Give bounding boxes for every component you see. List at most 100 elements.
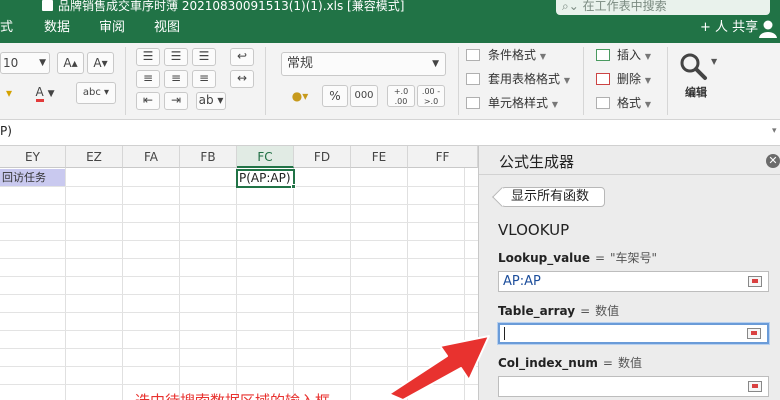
formula-bar[interactable]: P) ▾ xyxy=(0,120,780,146)
phonetic-button[interactable]: abc ▾ xyxy=(76,82,116,104)
edit-button[interactable]: ▼ 编辑 xyxy=(676,49,720,109)
arg-name: Table_array xyxy=(498,304,576,318)
col-index-num-input[interactable] xyxy=(498,376,769,397)
close-icon[interactable]: ✕ xyxy=(766,154,780,168)
conditional-format-button[interactable]: 条件格式 ▼ xyxy=(488,47,546,65)
row-gridline xyxy=(0,276,478,277)
number-format-value: 常规 xyxy=(287,56,314,71)
function-name: VLOOKUP xyxy=(498,221,570,239)
align-right-button[interactable]: ≡ xyxy=(192,70,216,88)
column-header-ey[interactable]: EY xyxy=(0,146,66,168)
align-bottom-icon: ☰ xyxy=(198,49,210,63)
merge-cells-button[interactable]: ↔ xyxy=(230,70,254,88)
insert-button[interactable]: 插入 ▼ xyxy=(617,47,651,65)
thousands-label: 000 xyxy=(354,90,374,101)
arg-result: 数值 xyxy=(595,304,620,318)
ribbon-divider xyxy=(458,47,459,115)
arg-input-text: AP:AP xyxy=(503,274,541,289)
thousands-button[interactable]: 000 xyxy=(350,85,378,107)
share-button[interactable]: + 人 共享 xyxy=(700,17,758,39)
cell-ey-task[interactable]: 回访任务 xyxy=(0,169,65,186)
decrease-decimal-button[interactable]: .00 ->.0 xyxy=(417,85,445,107)
lookup-value-input[interactable]: AP:AP xyxy=(498,271,769,292)
chevron-down-icon: ▼ xyxy=(432,59,439,69)
tab-view[interactable]: 视图 xyxy=(154,17,180,39)
conditional-format-icon xyxy=(466,49,480,61)
column-header-fd[interactable]: FD xyxy=(294,146,351,168)
equals-sign: = xyxy=(602,356,613,370)
increase-font-button[interactable]: A▴ xyxy=(57,52,84,74)
format-label: 格式 xyxy=(617,96,642,110)
arg-result: "车架号" xyxy=(610,251,658,265)
wrap-text-button[interactable]: ↩ xyxy=(230,48,254,66)
formula-text[interactable]: P) xyxy=(0,124,12,138)
number-format-select[interactable]: 常规 ▼ xyxy=(281,52,446,76)
font-color-icon: A xyxy=(35,85,44,102)
font-size-select[interactable]: 10 ▼ xyxy=(0,52,50,74)
panel-title: 公式生成器 xyxy=(499,153,575,171)
arg-name: Lookup_value xyxy=(498,251,590,265)
fill-handle[interactable] xyxy=(291,184,296,189)
insert-cells-icon xyxy=(596,49,610,61)
decrease-font-icon: A▾ xyxy=(93,56,108,70)
title-bar: 品牌销售成交車序时薄 20210830091513(1)(1).xls [兼容模… xyxy=(0,0,780,43)
decrease-decimal-label: .00 ->.0 xyxy=(421,87,441,106)
row-gridline xyxy=(0,222,478,223)
paint-bucket-icon: ▾ xyxy=(5,86,13,100)
increase-decimal-button[interactable]: +.0 .00 xyxy=(387,85,415,107)
orientation-button[interactable]: ab ▾ xyxy=(196,92,226,110)
percent-button[interactable]: % xyxy=(322,85,348,107)
row-gridline xyxy=(0,240,478,241)
conditional-format-label: 条件格式 xyxy=(488,48,537,62)
align-top-icon: ☰ xyxy=(142,49,154,63)
table-array-input[interactable] xyxy=(498,323,769,344)
delete-button[interactable]: 删除 ▼ xyxy=(617,71,651,89)
tab-review[interactable]: 审阅 xyxy=(99,17,125,39)
decrease-font-button[interactable]: A▾ xyxy=(87,52,114,74)
active-cell-fc[interactable]: P(AP:AP) xyxy=(236,169,295,188)
expand-formula-icon[interactable]: ▾ xyxy=(772,126,777,136)
align-center-button[interactable]: ≡ xyxy=(164,70,188,88)
column-header-fb[interactable]: FB xyxy=(180,146,237,168)
font-color-button[interactable]: A ▼ xyxy=(30,82,60,104)
row-gridline xyxy=(0,258,478,259)
tab-formulas[interactable]: 式 xyxy=(0,17,13,39)
decrease-indent-button[interactable]: ⇤ xyxy=(136,92,160,110)
delete-cells-icon xyxy=(596,73,610,85)
column-header-fc[interactable]: FC xyxy=(237,146,294,168)
align-left-button[interactable]: ≡ xyxy=(136,70,160,88)
format-button[interactable]: 格式 ▼ xyxy=(617,95,651,113)
range-select-icon[interactable] xyxy=(748,381,762,392)
align-bottom-button[interactable]: ☰ xyxy=(192,48,216,66)
cell-style-button[interactable]: 单元格样式 ▼ xyxy=(488,95,558,113)
align-middle-button[interactable]: ☰ xyxy=(164,48,188,66)
fill-color-button[interactable]: ▾ xyxy=(0,82,18,104)
column-header-fa[interactable]: FA xyxy=(123,146,180,168)
delete-label: 删除 xyxy=(617,72,642,86)
table-format-label: 套用表格格式 xyxy=(488,72,561,86)
account-icon[interactable] xyxy=(758,18,778,38)
arg-name: Col_index_num xyxy=(498,356,598,370)
chevron-down-icon: ▼ xyxy=(644,76,651,85)
column-header-ez[interactable]: EZ xyxy=(66,146,123,168)
equals-sign: = xyxy=(580,304,591,318)
currency-button[interactable]: ●▾ xyxy=(281,85,319,107)
column-header-ff[interactable]: FF xyxy=(408,146,478,168)
show-all-functions-button[interactable]: 显示所有函数 xyxy=(501,187,605,207)
increase-indent-button[interactable]: ⇥ xyxy=(164,92,188,110)
chevron-down-icon: ▼ xyxy=(47,89,55,99)
ribbon-divider xyxy=(125,47,126,115)
panel-divider xyxy=(479,174,780,175)
tab-data[interactable]: 数据 xyxy=(44,17,70,39)
table-format-button[interactable]: 套用表格格式 ▼ xyxy=(488,71,570,89)
range-select-icon[interactable] xyxy=(748,276,762,287)
range-select-icon[interactable] xyxy=(747,328,761,339)
align-top-button[interactable]: ☰ xyxy=(136,48,160,66)
text-orientation-icon: ab ▾ xyxy=(198,93,224,107)
sheet-search-input[interactable]: ⌕⌄ 在工作表中搜索 xyxy=(556,0,770,15)
chevron-down-icon: ▼ xyxy=(563,76,570,85)
row-gridline xyxy=(0,294,478,295)
column-header-fe[interactable]: FE xyxy=(351,146,408,168)
arg-label-col-index-num: Col_index_num = 数值 xyxy=(498,354,642,371)
row-gridline xyxy=(0,204,478,205)
